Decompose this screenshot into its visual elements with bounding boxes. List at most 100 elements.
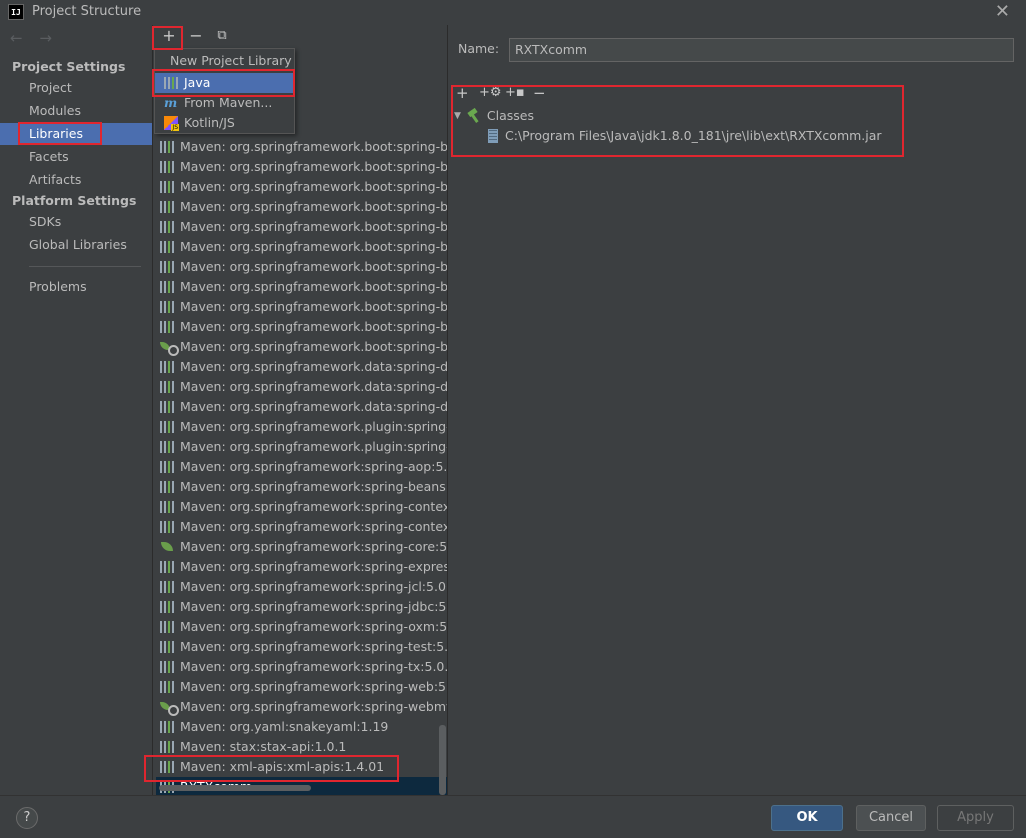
library-row[interactable]: Maven: stax:stax-api:1.0.1 [156, 737, 448, 757]
classes-label: Classes [486, 108, 535, 123]
popup-item-kotlin-js[interactable]: Kotlin/JS [155, 113, 294, 133]
library-row[interactable]: Maven: org.springframework:spring-test:5… [156, 637, 448, 657]
library-label: Maven: org.springframework:spring-web:5.… [180, 679, 448, 694]
library-row[interactable]: Maven: org.springframework.boot:spring-b… [156, 337, 448, 357]
library-row[interactable]: Maven: org.springframework.plugin:spring… [156, 437, 448, 457]
intellij-icon: IJ [8, 4, 24, 20]
library-row[interactable]: Maven: org.springframework.data:spring-d… [156, 397, 448, 417]
classes-node[interactable]: ▼ Classes [454, 106, 534, 126]
forward-arrow-icon[interactable]: → [39, 29, 52, 47]
kotlin-js-icon [164, 116, 179, 131]
library-icon [160, 501, 176, 513]
library-icon [160, 201, 176, 213]
library-label: Maven: org.springframework:spring-jcl:5.… [180, 579, 448, 594]
new-library-popup: New Project Library Java m From Maven...… [154, 48, 295, 134]
library-row[interactable]: Maven: org.springframework:spring-expres… [156, 557, 448, 577]
jar-entry[interactable]: C:\Program Files\Java\jdk1.8.0_181\jre\l… [488, 126, 882, 146]
library-row[interactable]: Maven: org.springframework.boot:spring-b… [156, 137, 448, 157]
apply-button[interactable]: Apply [937, 805, 1014, 831]
library-row[interactable]: Maven: org.springframework.boot:spring-b… [156, 177, 448, 197]
library-label: Maven: org.yaml:snakeyaml:1.19 [180, 719, 389, 734]
library-icon [160, 441, 176, 453]
library-row[interactable]: Maven: org.springframework:spring-contex… [156, 517, 448, 537]
library-icon [160, 301, 176, 313]
library-row[interactable]: Maven: org.springframework.data:spring-d… [156, 377, 448, 397]
library-row[interactable]: Maven: org.springframework.boot:spring-b… [156, 297, 448, 317]
popup-item-java[interactable]: Java [155, 73, 294, 93]
window-title: Project Structure [32, 4, 142, 19]
nav-item-modules[interactable]: Modules [0, 100, 152, 122]
library-icon [160, 141, 176, 153]
scroll-thumb[interactable] [439, 725, 446, 795]
nav-item-global-libraries[interactable]: Global Libraries [0, 234, 152, 256]
library-icon [160, 221, 176, 233]
library-row[interactable]: Maven: org.springframework:spring-aop:5.… [156, 457, 448, 477]
ok-button[interactable]: OK [771, 805, 843, 831]
library-row[interactable]: Maven: org.springframework.boot:spring-b… [156, 277, 448, 297]
library-row[interactable]: Maven: org.springframework:spring-webmvc… [156, 697, 448, 717]
nav-item-facets[interactable]: Facets [0, 146, 152, 168]
library-row[interactable]: Maven: org.springframework.boot:spring-b… [156, 257, 448, 277]
library-row[interactable]: Maven: org.springframework:spring-core:5… [156, 537, 448, 557]
library-row[interactable]: Maven: org.springframework.boot:spring-b… [156, 197, 448, 217]
library-label: Maven: org.springframework.boot:spring-b… [180, 239, 448, 254]
library-row[interactable]: Maven: org.springframework:spring-web:5.… [156, 677, 448, 697]
library-row[interactable]: Maven: org.springframework:spring-jcl:5.… [156, 577, 448, 597]
library-label: Maven: org.springframework:spring-contex… [180, 519, 448, 534]
remove-root-button[interactable]: − [533, 84, 546, 102]
library-row[interactable]: Maven: xml-apis:xml-apis:1.4.01 [156, 757, 448, 777]
library-row[interactable]: Maven: org.springframework.boot:spring-b… [156, 157, 448, 177]
nav-item-artifacts[interactable]: Artifacts [0, 169, 152, 191]
library-row[interactable]: Maven: org.springframework:spring-beans:… [156, 477, 448, 497]
vertical-scrollbar[interactable] [439, 50, 447, 795]
library-icon [160, 621, 176, 633]
nav-item-sdks[interactable]: SDKs [0, 211, 152, 233]
library-label: Maven: org.springframework:spring-oxm:5.… [180, 619, 448, 634]
library-label: Maven: org.springframework.boot:spring-b… [180, 279, 448, 294]
library-row[interactable]: Maven: org.springframework.boot:spring-b… [156, 217, 448, 237]
library-row[interactable]: Maven: org.springframework.data:spring-d… [156, 357, 448, 377]
library-row[interactable]: Maven: org.springframework.boot:spring-b… [156, 237, 448, 257]
jar-path: C:\Program Files\Java\jdk1.8.0_181\jre\l… [505, 128, 882, 143]
copy-library-icon[interactable]: ⧉ [212, 26, 232, 46]
library-list[interactable]: j-over-slf4j:1.7.25-api:1.7.25-ext:1.7.2… [156, 57, 448, 797]
library-icon [160, 281, 176, 293]
add-root-button[interactable]: + [456, 84, 469, 102]
back-arrow-icon[interactable]: ← [10, 29, 23, 47]
cancel-button[interactable]: Cancel [856, 805, 926, 831]
library-label: Maven: xml-apis:xml-apis:1.4.01 [180, 759, 385, 774]
library-name-input[interactable]: RXTXcomm [509, 38, 1014, 62]
library-label: Maven: org.springframework.boot:spring-b… [180, 179, 448, 194]
library-icon [160, 401, 176, 413]
nav-item-project[interactable]: Project [0, 77, 152, 99]
add-library-button[interactable]: + [159, 26, 179, 46]
add-alt-button[interactable]: +▪ [505, 84, 525, 102]
library-row[interactable]: Maven: org.yaml:snakeyaml:1.19 [156, 717, 448, 737]
popup-item-label: From Maven... [184, 95, 273, 110]
popup-item-from-maven[interactable]: m From Maven... [155, 93, 294, 113]
nav-item-problems[interactable]: Problems [0, 276, 152, 298]
remove-library-button[interactable]: − [186, 26, 206, 46]
library-row[interactable]: Maven: org.springframework.plugin:spring… [156, 417, 448, 437]
close-icon[interactable]: ✕ [995, 1, 1010, 22]
library-label: Maven: org.springframework:spring-contex… [180, 499, 448, 514]
nav-divider [29, 266, 141, 267]
expand-triangle-icon[interactable]: ▼ [454, 106, 461, 126]
library-label: Maven: org.springframework.plugin:spring… [180, 439, 448, 454]
library-row[interactable]: Maven: org.springframework:spring-jdbc:5… [156, 597, 448, 617]
library-row[interactable]: Maven: org.springframework:spring-oxm:5.… [156, 617, 448, 637]
library-icon [164, 77, 180, 89]
add-with-settings-button[interactable]: +⚙ [479, 84, 502, 102]
library-label: Maven: org.springframework.boot:spring-b… [180, 159, 448, 174]
nav-item-libraries[interactable]: Libraries [0, 123, 152, 145]
library-row[interactable]: Maven: org.springframework:spring-contex… [156, 497, 448, 517]
library-label: Maven: org.springframework:spring-aop:5.… [180, 459, 448, 474]
library-list-panel: + − ⧉ j-over-slf4j:1.7.25-api:1.7.25-ext… [152, 25, 448, 797]
library-label: Maven: org.springframework.boot:spring-b… [180, 259, 448, 274]
library-row[interactable]: Maven: org.springframework:spring-tx:5.0… [156, 657, 448, 677]
help-button[interactable]: ? [16, 807, 38, 829]
library-row[interactable]: Maven: org.springframework.boot:spring-b… [156, 317, 448, 337]
library-icon [160, 581, 176, 593]
horizontal-scrollbar[interactable] [159, 785, 311, 791]
library-label: Maven: org.springframework.boot:spring-b… [180, 219, 448, 234]
